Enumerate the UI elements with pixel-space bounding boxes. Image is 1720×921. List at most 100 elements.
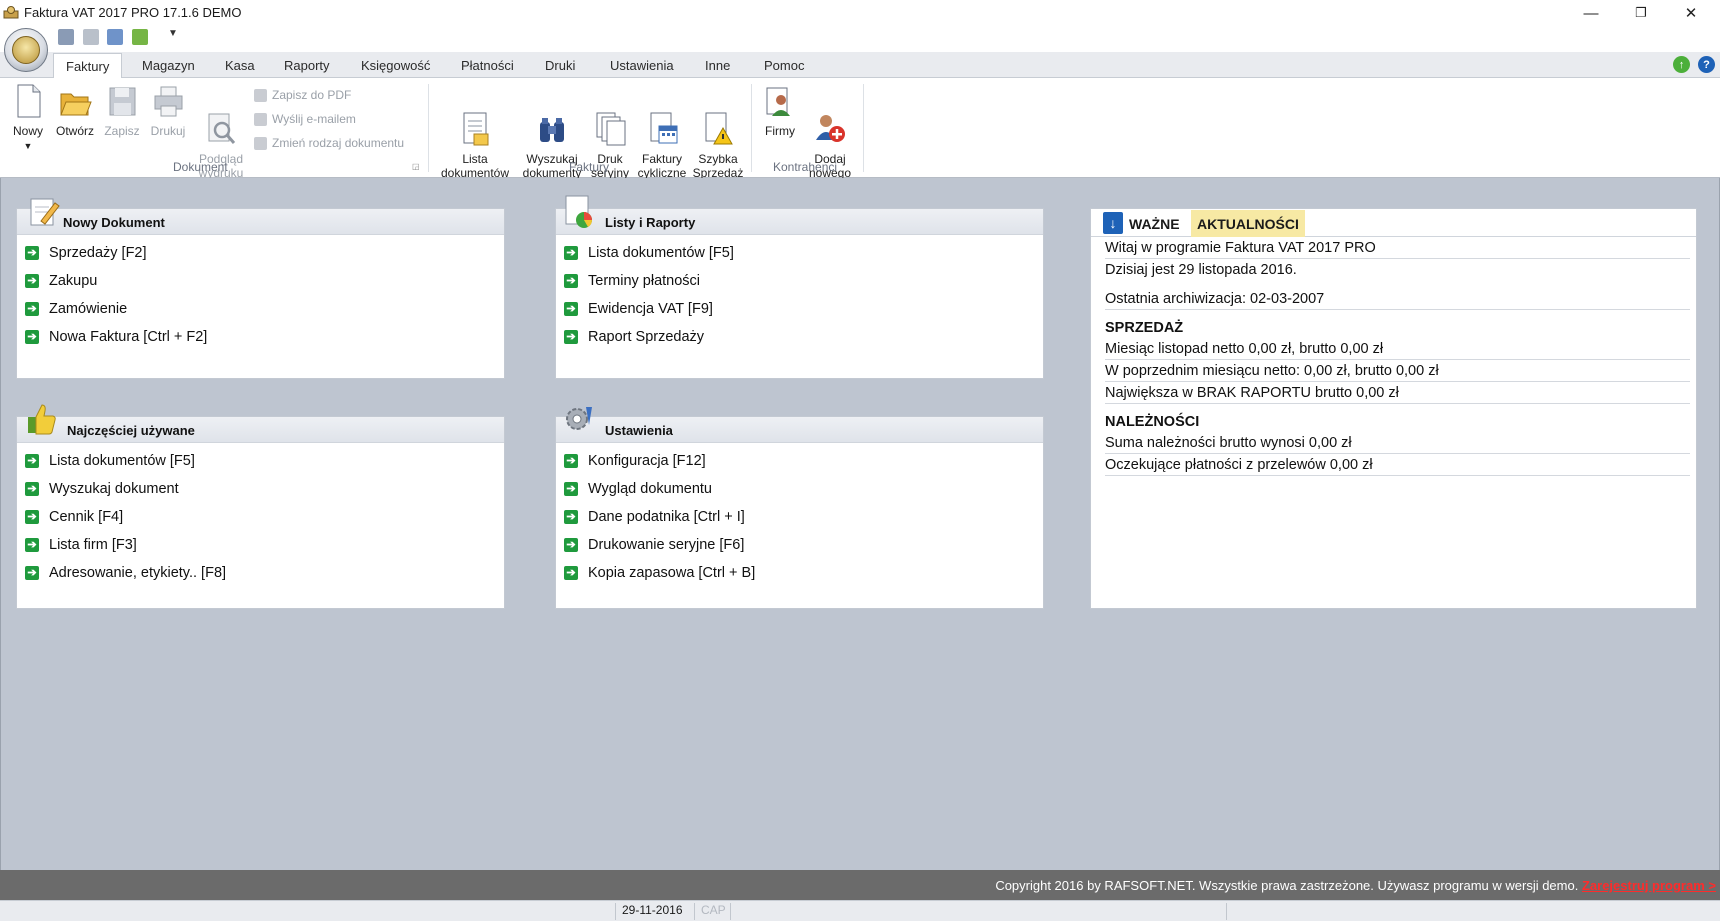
close-button[interactable]: ✕ xyxy=(1668,0,1714,26)
thumbs-up-icon xyxy=(28,404,56,435)
magnifier-icon xyxy=(204,96,238,144)
send-email-button[interactable]: Wyślij e-mailem xyxy=(254,112,356,126)
arrow-icon: ➔ xyxy=(25,510,39,524)
dialog-launcher-icon[interactable]: ◲ xyxy=(412,162,420,171)
link-document-list[interactable]: ➔ Lista dokumentów [F5] xyxy=(17,447,504,475)
link-new-invoice[interactable]: ➔ Nowa Faktura [Ctrl + F2] xyxy=(17,323,504,351)
sales-previous-month: W poprzednim miesiącu netto: 0,00 zł, br… xyxy=(1105,360,1690,382)
link-addressing-labels[interactable]: ➔ Adresowanie, etykiety.. [F8] xyxy=(17,559,504,587)
link-company-list[interactable]: ➔ Lista firm [F3] xyxy=(17,531,504,559)
new-document-button[interactable]: Nowy ▼ xyxy=(8,82,48,153)
group-separator xyxy=(751,84,752,172)
new-document-icon xyxy=(11,82,45,120)
warning-document-icon xyxy=(701,96,735,145)
document-list-button[interactable]: Lista dokumentów xyxy=(434,82,516,180)
companies-button[interactable]: Firmy xyxy=(757,82,803,138)
save-button[interactable]: Zapisz xyxy=(101,82,143,138)
add-person-icon xyxy=(813,96,847,142)
arrow-icon: ➔ xyxy=(564,302,578,316)
arrow-icon: ➔ xyxy=(25,538,39,552)
tab-ksiegowosc[interactable]: Księgowość xyxy=(361,58,430,73)
link-search-document[interactable]: ➔ Wyszukaj dokument xyxy=(17,475,504,503)
group-separator xyxy=(863,84,864,172)
group-separator xyxy=(428,84,429,172)
last-archive-text: Ostatnia archiwizacja: 02-03-2007 xyxy=(1105,288,1690,310)
group-label-dokument: Dokument xyxy=(173,160,228,174)
link-sale-document[interactable]: ➔ Sprzedaży [F2] xyxy=(17,239,504,267)
welcome-text: Witaj w programie Faktura VAT 2017 PRO xyxy=(1105,237,1690,259)
gear-icon xyxy=(566,407,592,430)
printer-icon xyxy=(151,82,185,120)
arrow-icon: ➔ xyxy=(564,454,578,468)
tab-ustawienia[interactable]: Ustawienia xyxy=(610,58,674,73)
tab-druki[interactable]: Druki xyxy=(545,58,575,73)
start-page: Nowy Dokument ➔ Sprzedaży [F2] ➔ Zakupu ➔ Z… xyxy=(0,178,1720,870)
link-vat-register[interactable]: ➔ Ewidencja VAT [F9] xyxy=(556,295,1043,323)
ribbon: Nowy ▼ Otwórz Zapisz Drukuj Podgląd wydru… xyxy=(0,78,1720,180)
link-serial-printing[interactable]: ➔ Drukowanie seryjne [F6] xyxy=(556,531,1043,559)
sales-largest: Największa w BRAK RAPORTU brutto 0,00 zł xyxy=(1105,382,1690,404)
arrow-icon: ➔ xyxy=(564,274,578,288)
link-sales-report[interactable]: ➔ Raport Sprzedaży xyxy=(556,323,1043,351)
sales-heading: SPRZEDAŻ xyxy=(1105,320,1184,336)
arrow-icon: ➔ xyxy=(564,482,578,496)
tab-news[interactable]: AKTUALNOŚCI xyxy=(1191,210,1305,237)
link-configuration[interactable]: ➔ Konfiguracja [F12] xyxy=(556,447,1043,475)
link-payment-terms[interactable]: ➔ Terminy płatności xyxy=(556,267,1043,295)
settings-quick-icon[interactable] xyxy=(107,29,123,45)
tab-inne[interactable]: Inne xyxy=(705,58,730,73)
change-document-type-button[interactable]: Zmień rodzaj dokumentu xyxy=(254,136,404,150)
arrow-icon: ➔ xyxy=(25,566,39,580)
quick-access-toolbar xyxy=(0,26,1720,52)
recurring-invoices-button[interactable]: Faktury cykliczne xyxy=(634,82,690,180)
sales-current-month: Miesiąc listopad netto 0,00 zł, brutto 0… xyxy=(1105,338,1690,360)
arrow-icon: ➔ xyxy=(564,330,578,344)
status-empty-cell xyxy=(1226,903,1720,920)
tab-pomoc[interactable]: Pomoc xyxy=(764,58,804,73)
tab-faktury[interactable]: Faktury xyxy=(53,53,123,79)
link-taxpayer-data[interactable]: ➔ Dane podatnika [Ctrl + I] xyxy=(556,503,1043,531)
arrow-icon: ➔ xyxy=(25,454,39,468)
minimize-button[interactable]: — xyxy=(1568,0,1614,26)
panel-title: Listy i Raporty xyxy=(605,215,696,230)
link-document-appearance[interactable]: ➔ Wygląd dokumentu xyxy=(556,475,1043,503)
info-icon[interactable]: ↑ xyxy=(1673,56,1690,73)
application-menu-button[interactable] xyxy=(4,28,48,72)
report-chart-icon xyxy=(565,195,593,228)
status-caps-lock: CAP xyxy=(694,903,730,920)
open-button[interactable]: Otwórz xyxy=(52,82,98,138)
customize-toolbar-chevron-icon[interactable]: ▼ xyxy=(168,28,178,39)
save-quick-icon[interactable] xyxy=(58,29,74,45)
today-date-text: Dzisiaj jest 29 listopada 2016. xyxy=(1105,262,1297,278)
tab-important[interactable]: WAŻNE xyxy=(1129,216,1180,232)
tab-raporty[interactable]: Raporty xyxy=(284,58,330,73)
help-icon[interactable]: ? xyxy=(1698,56,1715,73)
print-button[interactable]: Drukuj xyxy=(146,82,190,138)
link-purchase-document[interactable]: ➔ Zakupu xyxy=(17,267,504,295)
tab-magazyn[interactable]: Magazyn xyxy=(142,58,195,73)
save-pdf-button[interactable]: Zapisz do PDF xyxy=(254,88,351,102)
panel-new-document: Nowy Dokument ➔ Sprzedaży [F2] ➔ Zakupu ➔ Z… xyxy=(16,198,505,379)
link-order-document[interactable]: ➔ Zamówienie xyxy=(17,295,504,323)
panel-lists-reports: Listy i Raporty ➔ Lista dokumentów [F5] ➔… xyxy=(555,195,1044,379)
link-backup[interactable]: ➔ Kopia zapasowa [Ctrl + B] xyxy=(556,559,1043,587)
link-price-list[interactable]: ➔ Cennik [F4] xyxy=(17,503,504,531)
register-link[interactable]: Zarejestruj program > xyxy=(1582,878,1716,893)
quick-sale-button[interactable]: Szybka Sprzedaż xyxy=(692,82,744,180)
restore-button[interactable]: ❐ xyxy=(1618,0,1664,26)
print-quick-icon[interactable] xyxy=(83,29,99,45)
arrow-icon: ➔ xyxy=(25,246,39,260)
update-quick-icon[interactable] xyxy=(132,29,148,45)
link-document-list[interactable]: ➔ Lista dokumentów [F5] xyxy=(556,239,1043,267)
copyright-text: Copyright 2016 by RAFSOFT.NET. Wszystkie… xyxy=(995,878,1579,893)
panel-title: Najczęściej używane xyxy=(67,423,195,438)
folder-open-icon xyxy=(58,82,92,120)
copyright-bar: Copyright 2016 by RAFSOFT.NET. Wszystkie… xyxy=(0,870,1720,900)
panel-title: Ustawienia xyxy=(605,423,673,438)
tab-kasa[interactable]: Kasa xyxy=(225,58,255,73)
email-icon xyxy=(254,112,267,126)
tab-platnosci[interactable]: Płatności xyxy=(461,58,514,73)
dropdown-arrow-icon: ▼ xyxy=(23,141,33,151)
companies-icon xyxy=(763,82,797,120)
binoculars-icon xyxy=(535,96,569,142)
